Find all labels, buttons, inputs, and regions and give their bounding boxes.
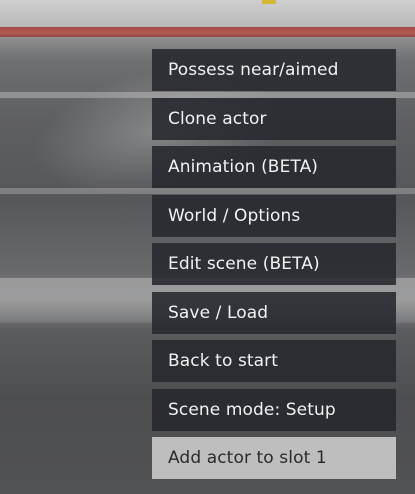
menu-item-possess[interactable]: Possess near/aimed — [152, 49, 396, 91]
menu-item-animation[interactable]: Animation (BETA) — [152, 146, 396, 188]
menu-item-label: World / Options — [168, 205, 301, 226]
menu-item-world-options[interactable]: World / Options — [152, 194, 396, 237]
menu-item-save-load[interactable]: Save / Load — [152, 291, 396, 334]
scene-director-menu: Possess near/aimed Clone actor Animation… — [152, 49, 396, 486]
yellow-road-marking — [262, 0, 276, 4]
menu-item-back-to-start[interactable]: Back to start — [152, 340, 396, 382]
menu-item-clone-actor[interactable]: Clone actor — [152, 97, 396, 140]
menu-item-scene-mode[interactable]: Scene mode: Setup — [152, 388, 396, 431]
menu-item-label: Animation (BETA) — [168, 157, 319, 177]
sidewalk — [0, 0, 415, 28]
menu-item-label: Edit scene (BETA) — [168, 254, 320, 274]
menu-item-label: Back to start — [168, 351, 279, 371]
menu-item-label: Scene mode: Setup — [168, 399, 336, 420]
menu-item-add-actor[interactable]: Add actor to slot 1 — [152, 437, 396, 479]
menu-item-label: Save / Load — [168, 302, 269, 323]
menu-item-label: Clone actor — [168, 108, 267, 129]
menu-item-edit-scene[interactable]: Edit scene (BETA) — [152, 243, 396, 285]
menu-item-label: Possess near/aimed — [168, 60, 339, 80]
red-curb — [0, 27, 415, 37]
menu-item-label: Add actor to slot 1 — [168, 448, 327, 468]
